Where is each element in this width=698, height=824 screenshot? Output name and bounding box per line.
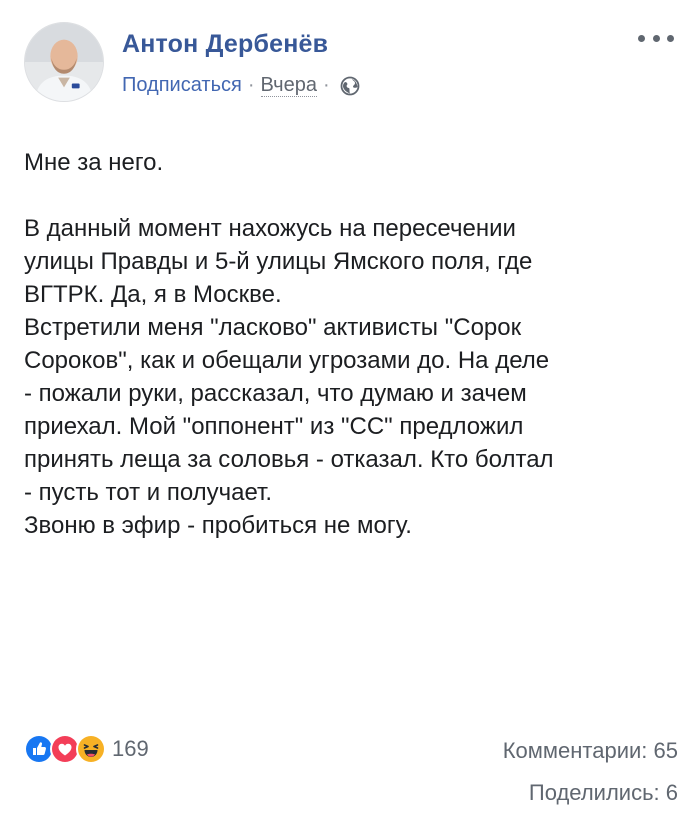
meta-separator: · <box>247 74 255 96</box>
more-dot <box>667 34 674 42</box>
more-options-icon[interactable] <box>638 28 674 48</box>
haha-icon <box>76 734 106 764</box>
globe-icon[interactable] <box>340 76 360 96</box>
post-meta: Подписаться · Вчера · <box>122 74 360 97</box>
post-header: Антон Дербенёв Подписаться · Вчера · <box>24 22 678 102</box>
more-dot <box>638 34 645 42</box>
more-dot <box>652 34 660 42</box>
avatar-image <box>25 23 103 101</box>
post-line: - пусть тот и получает. <box>24 479 273 506</box>
post-line: приехал. Мой "оппонент" из "СС" предложи… <box>24 413 524 440</box>
comments-count-link[interactable]: Комментарии: 65 <box>503 738 678 764</box>
post-line: улицы Правды и 5-й улицы Ямского поля, г… <box>24 248 533 275</box>
post-body: Мне за него. В данный момент нахожусь на… <box>24 146 684 542</box>
author-name[interactable]: Антон Дербенёв <box>122 30 328 59</box>
reaction-count: 169 <box>112 736 149 761</box>
post-line: В данный момент нахожусь на пересечении <box>24 215 516 242</box>
post-line: Звоню в эфир - пробиться не могу. <box>24 512 412 539</box>
post-line: Мне за него. <box>24 149 164 176</box>
reactions-summary[interactable]: 169 <box>24 733 149 765</box>
avatar[interactable] <box>24 22 104 102</box>
facebook-post: Антон Дербенёв Подписаться · Вчера · Мне… <box>0 0 698 824</box>
shares-count-link[interactable]: Поделились: 6 <box>529 780 678 806</box>
post-line: ВГТРК. Да, я в Москве. <box>24 281 282 308</box>
subscribe-link[interactable]: Подписаться <box>122 74 242 97</box>
post-line: принять леща за соловья - отказал. Кто б… <box>24 446 554 473</box>
post-timestamp[interactable]: Вчера <box>260 74 317 97</box>
meta-separator-2: · <box>322 74 330 96</box>
post-line: - пожали руки, рассказал, что думаю и за… <box>24 380 527 407</box>
post-line: Сороков", как и обещали угрозами до. На … <box>24 347 550 374</box>
post-line: Встретили меня "ласково" активисты "Соро… <box>24 314 522 341</box>
